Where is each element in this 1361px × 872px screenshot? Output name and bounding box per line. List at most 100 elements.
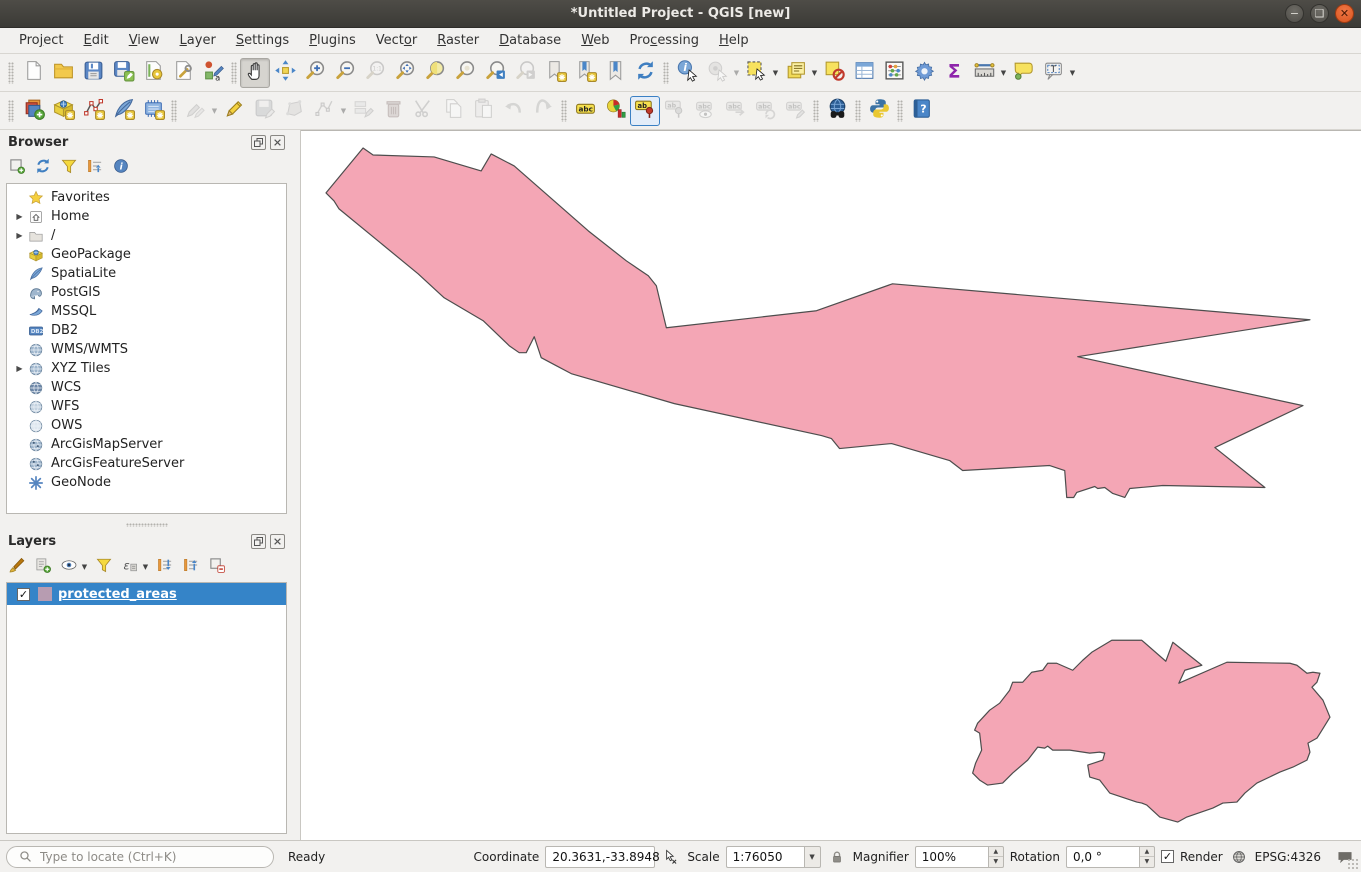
pin-unpin-labels-button[interactable]: ab [630, 96, 660, 126]
crs-status[interactable]: EPSG:4326 [1255, 850, 1321, 864]
menu-plugins[interactable]: Plugins [300, 30, 365, 51]
scale-combo[interactable]: 1:76050 ▼ [726, 846, 821, 868]
manage-visibility-button[interactable] [58, 556, 80, 578]
menu-vector[interactable]: Vector [367, 30, 426, 51]
identify-features-button[interactable]: i [672, 58, 702, 88]
menu-processing[interactable]: Processing [621, 30, 708, 51]
rotation-value[interactable]: 0,0 ° [1066, 846, 1140, 868]
refresh-map-button[interactable] [630, 58, 660, 88]
style-manager-button[interactable]: a [198, 58, 228, 88]
new-spatialite-layer-button[interactable] [108, 96, 138, 126]
select-by-value-dropdown-icon[interactable]: ▼ [810, 69, 819, 77]
bookmark-manager-button[interactable] [600, 58, 630, 88]
show-layout-manager-button[interactable] [168, 58, 198, 88]
zoom-last-button[interactable] [480, 58, 510, 88]
text-annotation-button[interactable]: T [1038, 58, 1068, 88]
rotation-spinbox[interactable]: 0,0 ° ▲▼ [1066, 846, 1155, 868]
copy-features-button[interactable] [438, 96, 468, 126]
toggle-extents-icon[interactable] [661, 847, 681, 867]
scale-value[interactable]: 1:76050 [726, 846, 804, 868]
rotate-label-button[interactable]: abc [750, 96, 780, 126]
expand-all-button[interactable] [154, 556, 176, 578]
browser-item-wcs[interactable]: WCS [7, 378, 286, 397]
layers-close-button[interactable] [270, 534, 285, 549]
menu-database[interactable]: Database [490, 30, 570, 51]
browser-item-xyz-tiles[interactable]: ▶XYZ Tiles [7, 359, 286, 378]
filter-expression-button[interactable]: ε [119, 556, 141, 578]
locator-search[interactable] [6, 846, 274, 868]
browser-item-spatialite[interactable]: SpatiaLite [7, 264, 286, 283]
paste-features-button[interactable] [468, 96, 498, 126]
help-contents-button[interactable]: ? [906, 96, 936, 126]
manage-visibility-dropdown-icon[interactable]: ▼ [80, 563, 89, 571]
layers-float-button[interactable] [251, 534, 266, 549]
browser-item-arcgismapserver[interactable]: ArcGisMapServer [7, 435, 286, 454]
statistical-summary-button[interactable]: Σ [939, 58, 969, 88]
zoom-in-button[interactable] [300, 58, 330, 88]
deselect-all-button[interactable] [819, 58, 849, 88]
toolbar-drag-handle[interactable] [8, 62, 14, 84]
browser-item-home[interactable]: ▶Home [7, 207, 286, 226]
browser-item-geonode[interactable]: GeoNode [7, 473, 286, 492]
new-spatial-bookmark-button[interactable] [540, 58, 570, 88]
minimize-button[interactable]: − [1285, 4, 1304, 23]
render-checkbox[interactable]: ✓ [1161, 850, 1174, 863]
show-spatial-bookmarks-button[interactable] [570, 58, 600, 88]
maximize-button[interactable]: ❑ [1310, 4, 1329, 23]
browser-float-button[interactable] [251, 135, 266, 150]
open-attribute-table-button[interactable] [849, 58, 879, 88]
redo-button[interactable] [528, 96, 558, 126]
zoom-next-button[interactable] [510, 58, 540, 88]
browser-close-button[interactable] [270, 135, 285, 150]
expander-icon[interactable]: ▶ [12, 231, 27, 240]
new-print-layout-button[interactable] [138, 58, 168, 88]
resize-grip[interactable] [1347, 858, 1359, 870]
open-project-button[interactable] [48, 58, 78, 88]
data-source-manager-button[interactable] [18, 96, 48, 126]
lock-scale-icon[interactable] [827, 847, 847, 867]
browser-item-geopackage[interactable]: GeoPackage [7, 245, 286, 264]
zoom-to-selection-button[interactable] [420, 58, 450, 88]
save-project-as-button[interactable] [108, 58, 138, 88]
text-annotation-dropdown-icon[interactable]: ▼ [1068, 69, 1077, 77]
new-shapefile-layer-button[interactable] [78, 96, 108, 126]
rotation-up-icon[interactable]: ▲ [1140, 847, 1154, 858]
browser-item-wfs[interactable]: WFS [7, 397, 286, 416]
open-layer-styling-button[interactable] [6, 556, 28, 578]
panel-splitter[interactable] [0, 520, 293, 529]
menu-help[interactable]: Help [710, 30, 758, 51]
browser-item-db2[interactable]: DB2DB2 [7, 321, 286, 340]
current-edits-dropdown-icon[interactable]: ▼ [210, 107, 219, 115]
show-hide-labels-button[interactable]: abc [690, 96, 720, 126]
filter-browser-button[interactable] [58, 157, 80, 179]
save-layer-edits-button[interactable] [249, 96, 279, 126]
dock-canvas-splitter[interactable] [293, 130, 301, 840]
expander-icon[interactable]: ▶ [12, 364, 27, 373]
browser-item-wms-wmts[interactable]: WMS/WMTS [7, 340, 286, 359]
new-geopackage-layer-button[interactable] [48, 96, 78, 126]
vertex-tool-dropdown-icon[interactable]: ▼ [339, 107, 348, 115]
field-calculator-button[interactable] [879, 58, 909, 88]
new-project-button[interactable] [18, 58, 48, 88]
magnifier-spinbox[interactable]: 100% ▲▼ [915, 846, 1004, 868]
menu-settings[interactable]: Settings [227, 30, 298, 51]
magnifier-up-icon[interactable]: ▲ [989, 847, 1003, 858]
measure-line-dropdown-icon[interactable]: ▼ [999, 69, 1008, 77]
menu-web[interactable]: Web [572, 30, 618, 51]
browser-item-ows[interactable]: OWS [7, 416, 286, 435]
filter-expression-dropdown-icon[interactable]: ▼ [141, 563, 150, 571]
run-feature-action-button[interactable] [702, 58, 732, 88]
map-canvas[interactable] [301, 130, 1361, 840]
cut-features-button[interactable] [408, 96, 438, 126]
magnifier-value[interactable]: 100% [915, 846, 989, 868]
move-label-button[interactable]: abc [720, 96, 750, 126]
locator-input[interactable] [40, 850, 265, 864]
add-group-button[interactable] [32, 556, 54, 578]
processing-toolbox-button[interactable] [909, 58, 939, 88]
zoom-out-button[interactable] [330, 58, 360, 88]
menu-edit[interactable]: Edit [75, 30, 118, 51]
delete-selected-button[interactable] [378, 96, 408, 126]
select-by-value-button[interactable] [780, 58, 810, 88]
python-console-button[interactable] [864, 96, 894, 126]
menu-layer[interactable]: Layer [171, 30, 225, 51]
